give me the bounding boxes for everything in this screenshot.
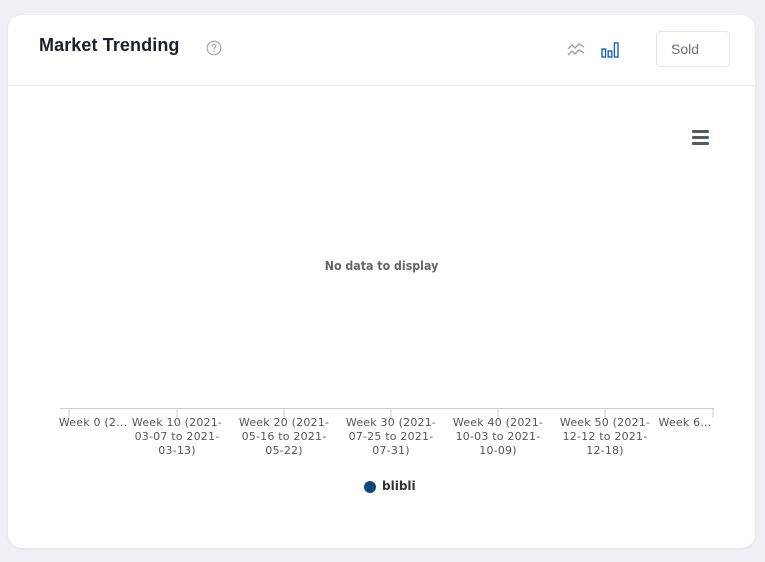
x-axis-tick-label: Week 30 (2021-07-25 to 2021-07-31) (345, 416, 437, 457)
line-chart-icon[interactable] (566, 40, 586, 60)
hamburger-menu-icon[interactable] (692, 130, 712, 148)
legend-marker (364, 481, 376, 493)
x-axis-tick-label: Week 0 (2... (58, 416, 128, 429)
x-axis-tick-label: Week 6... (658, 416, 712, 429)
no-data-message: No data to display (324, 259, 439, 273)
metric-select[interactable]: Sold (656, 31, 730, 67)
x-axis-tick-label: Week 20 (2021-05-16 to 2021-05-22) (238, 416, 330, 457)
x-axis (60, 408, 714, 418)
card-header: Market Trending Sold (8, 15, 755, 86)
x-axis-tick-label: Week 10 (2021-03-07 to 2021-03-13) (131, 416, 223, 457)
x-axis-tick-label: Week 40 (2021-10-03 to 2021-10-09) (452, 416, 544, 457)
x-axis-tick-label: Week 50 (2021-12-12 to 2021-12-18) (559, 416, 651, 457)
question-circle-icon[interactable] (206, 40, 222, 56)
card-title: Market Trending (39, 35, 180, 55)
market-trending-card: Market Trending Sold No data to display … (8, 15, 755, 548)
legend-label: blibli (382, 479, 416, 493)
bar-chart-icon[interactable] (600, 40, 620, 60)
